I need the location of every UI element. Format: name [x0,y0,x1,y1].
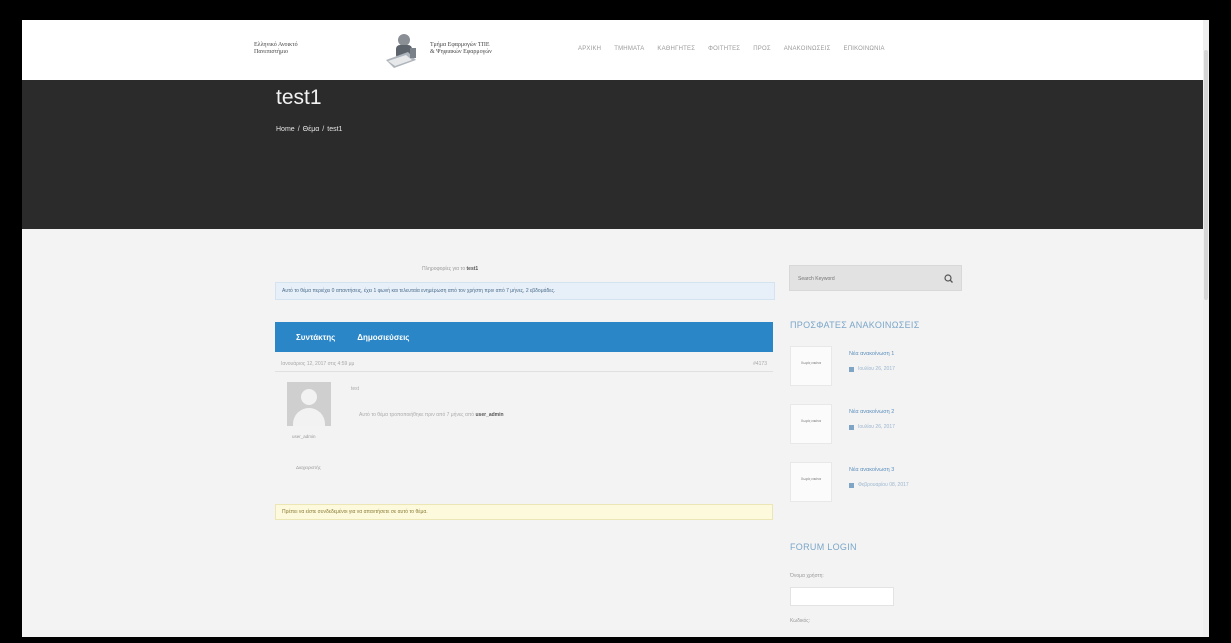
calendar-icon [849,424,854,430]
nav-item-students[interactable]: ΦΟΙΤΗΤΕΣ [708,46,740,52]
recent-item[interactable]: Χωρίς εικόνα Νέα ανακοίνωση 3 Φεβρουαρίο… [790,462,970,502]
subscribe-link[interactable]: test1 [467,266,479,272]
recent-date: Ιουλίου 26, 2017 [849,424,895,430]
breadcrumb: Home / Θέμα / test1 [276,126,342,133]
revision-user-link[interactable]: user_admin [475,412,503,418]
page-title: test1 [276,86,322,109]
username-field[interactable] [790,587,894,606]
calendar-icon [849,366,854,372]
logo-text-right[interactable]: Τμήμα Εφαρμογών ΤΠΕ & Ψηφιακών Εφαρμογών [430,42,492,56]
recent-date-text: Ιουλίου 26, 2017 [858,424,895,430]
recent-date: Ιουλίου 26, 2017 [849,366,895,372]
recent-item[interactable]: Χωρίς εικόνα Νέα ανακοίνωση 1 Ιουλίου 26… [790,346,970,386]
nav-item-contact[interactable]: ΕΠΙΚΟΙΝΩΝΙΑ [844,46,885,52]
logo-figure-icon[interactable] [382,30,422,70]
browser-viewport: Ελληνικό Ανοικτό Πανεπιστήμιο Τμήμα Εφαρ… [22,20,1209,637]
posts-column-header: Δημοσιεύσεις [357,332,410,342]
post-date: Ιανουάριος 12, 2017 στις 4:59 μμ [281,361,355,367]
recent-date-text: Φεβρουαρίου 08, 2017 [858,482,909,488]
recent-item[interactable]: Χωρίς εικόνα Νέα ανακοίνωση 2 Ιουλίου 26… [790,404,970,444]
login-required-notice: Πρέπει να είστε συνδεδεμένοι για να απαν… [275,504,773,520]
author-column-header: Συντάκτης [296,332,336,342]
subscribe-text: Πληροφορίες για το [422,266,466,272]
subscribe-line: Πληροφορίες για το test1 [422,266,478,272]
search-icon[interactable] [942,272,956,286]
recent-title[interactable]: Νέα ανακοίνωση 2 [849,409,894,415]
password-label: Κωδικός: [790,618,811,624]
post-author-role: Διαχειριστής [296,465,321,470]
breadcrumb-topics[interactable]: Θέμα [303,126,320,133]
avatar[interactable] [287,382,331,426]
nav-item-home[interactable]: ΑΡΧΙΚΗ [578,46,601,52]
forum-login-title: FORUM LOGIN [790,542,857,552]
breadcrumb-home[interactable]: Home [276,126,295,133]
logo-right-line2: & Ψηφιακών Εφαρμογών [430,49,492,55]
screenshot-frame: Ελληνικό Ανοικτό Πανεπιστήμιο Τμήμα Εφαρ… [0,0,1231,643]
post-author-name[interactable]: user_admin [292,434,316,439]
nav-item-pros[interactable]: ΠΡΟΣ [753,46,771,52]
recent-announcements-title: ΠΡΟΣΦΑΤΕΣ ΑΝΑΚΟΙΝΩΣΕΙΣ [790,320,920,330]
avatar-head-icon [301,389,317,405]
nav-item-departments[interactable]: ΤΜΗΜΑΤΑ [614,46,644,52]
recent-title[interactable]: Νέα ανακοίνωση 3 [849,467,894,473]
breadcrumb-separator: / [297,126,300,133]
post-revision-log: Αυτό το θέμα τροποποιήθηκε πριν από 7 μή… [359,412,504,418]
nav-item-announcements[interactable]: ΑΝΑΚΟΙΝΩΣΕΙΣ [784,46,831,52]
recent-thumbnail[interactable]: Χωρίς εικόνα [790,346,832,386]
page-title-bar [22,80,1209,229]
logo-left-line2: Πανεπιστήμιο [254,49,288,55]
breadcrumb-separator: / [322,126,325,133]
post-content: test [351,386,360,392]
main-navigation: ΑΡΧΙΚΗ ΤΜΗΜΑΤΑ ΚΑΘΗΓΗΤΕΣ ΦΟΙΤΗΤΕΣ ΠΡΟΣ Α… [578,46,885,52]
recent-date: Φεβρουαρίου 08, 2017 [849,482,909,488]
post-meta: Ιανουάριος 12, 2017 στις 4:59 μμ #4173 [275,358,773,372]
post-permalink[interactable]: #4173 [753,361,767,368]
recent-thumbnail[interactable]: Χωρίς εικόνα [790,462,832,502]
calendar-icon [849,482,854,488]
username-label: Όνομα χρήστη: [790,573,824,579]
scrollbar-thumb[interactable] [1204,50,1208,300]
sidebar-search [789,265,962,291]
logo-right-line1: Τμήμα Εφαρμογών ΤΠΕ [430,42,490,48]
site-header: Ελληνικό Ανοικτό Πανεπιστήμιο Τμήμα Εφαρ… [22,20,1209,80]
search-input[interactable] [798,274,938,284]
logo-text-left[interactable]: Ελληνικό Ανοικτό Πανεπιστήμιο [254,42,298,56]
recent-thumbnail[interactable]: Χωρίς εικόνα [790,404,832,444]
recent-date-text: Ιουλίου 26, 2017 [858,366,895,372]
logo-left-line1: Ελληνικό Ανοικτό [254,42,298,48]
breadcrumb-current: test1 [327,126,343,133]
post-body: user_admin Διαχειριστής test Αυτό το θέμ… [275,372,773,480]
revision-text: Αυτό το θέμα τροποποιήθηκε πριν από 7 μή… [359,412,475,418]
recent-title[interactable]: Νέα ανακοίνωση 1 [849,351,894,357]
avatar-body-icon [293,408,325,426]
topic-info-notice: Αυτό το θέμα περιέχει 0 απαντήσεις, έχει… [275,282,775,300]
topic-header: Συντάκτης Δημοσιεύσεις [275,322,773,352]
nav-item-professors[interactable]: ΚΑΘΗΓΗΤΕΣ [657,46,695,52]
